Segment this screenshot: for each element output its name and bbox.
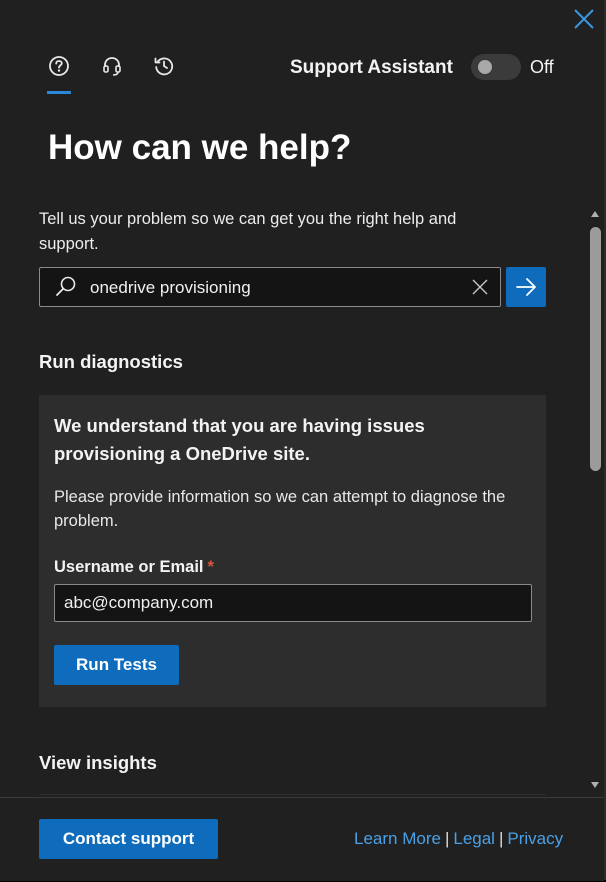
toggle-state-label: Off xyxy=(530,57,554,77)
support-assistant-label: Support Assistant xyxy=(290,57,453,78)
run-tests-button[interactable]: Run Tests xyxy=(54,645,179,685)
tab-history[interactable] xyxy=(151,53,177,79)
scroll-thumb[interactable] xyxy=(590,227,601,471)
scroll-up-button[interactable] xyxy=(590,209,600,219)
link-separator: | xyxy=(444,829,450,848)
diagnostics-card: We understand that you are having issues… xyxy=(39,395,546,707)
tab-help[interactable] xyxy=(46,53,72,79)
insights-card xyxy=(39,794,546,795)
vertical-scrollbar[interactable] xyxy=(586,203,604,797)
help-circle-icon xyxy=(49,56,69,76)
scroll-down-button[interactable] xyxy=(590,780,600,790)
privacy-link[interactable]: Privacy xyxy=(507,829,563,848)
search-input-value[interactable]: onedrive provisioning xyxy=(90,278,251,298)
username-label-text: Username or Email xyxy=(54,558,204,576)
footer-links: Learn More | Legal | Privacy xyxy=(354,829,563,849)
page-title: How can we help? xyxy=(48,128,352,167)
close-icon xyxy=(574,9,594,29)
search-icon xyxy=(56,276,76,296)
arrow-right-icon xyxy=(516,278,536,296)
tab-contact[interactable] xyxy=(99,53,125,79)
learn-more-link[interactable]: Learn More xyxy=(354,829,441,848)
scroll-content: Tell us your problem so we can get you t… xyxy=(0,203,586,795)
support-panel: Support Assistant Off How can we help? T… xyxy=(0,0,606,881)
diagnostics-card-title: We understand that you are having issues… xyxy=(54,415,425,464)
support-assistant-toggle[interactable] xyxy=(471,54,521,80)
active-tab-indicator xyxy=(47,91,71,94)
history-icon xyxy=(154,57,174,76)
contact-support-button[interactable]: Contact support xyxy=(39,819,218,859)
search-field[interactable]: onedrive provisioning xyxy=(39,267,501,307)
headset-icon xyxy=(103,57,121,76)
link-separator: | xyxy=(498,829,504,848)
caret-up-icon xyxy=(591,211,599,217)
intro-text: Tell us your problem so we can get you t… xyxy=(39,210,457,253)
footer: Contact support Learn More | Legal | Privacy xyxy=(0,797,604,881)
close-button[interactable] xyxy=(571,6,597,32)
diagnostics-card-description: Please provide information so we can att… xyxy=(54,488,506,530)
caret-down-icon xyxy=(591,782,599,788)
toggle-knob xyxy=(478,60,492,74)
search-submit-button[interactable] xyxy=(506,267,546,307)
required-marker: * xyxy=(207,558,214,576)
clear-icon[interactable] xyxy=(471,278,489,296)
username-email-input[interactable] xyxy=(54,584,532,622)
view-insights-heading: View insights xyxy=(39,752,157,773)
username-field-label: Username or Email * xyxy=(54,558,214,577)
legal-link[interactable]: Legal xyxy=(453,829,495,848)
run-diagnostics-heading: Run diagnostics xyxy=(39,351,183,372)
